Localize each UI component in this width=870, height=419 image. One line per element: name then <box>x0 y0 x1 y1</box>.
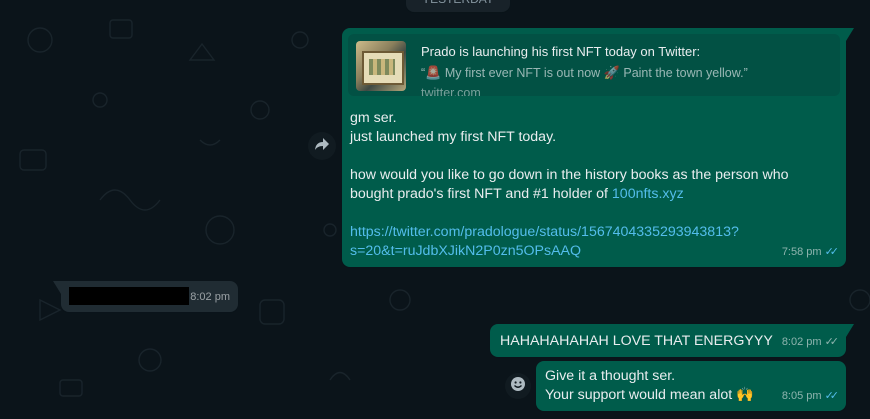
message-meta: 8:02 pm <box>190 288 230 307</box>
message-line: just launched my first NFT today. <box>350 129 557 145</box>
bubble-tail <box>846 324 854 337</box>
double-check-icon: ✓✓ <box>824 336 840 348</box>
message-meta: 8:02 pm ✓✓ <box>781 333 840 352</box>
message-text: Your support would mean alot <box>545 387 733 403</box>
message-text: bought prado's first NFT and #1 holder o… <box>350 186 612 202</box>
forward-button[interactable] <box>308 132 336 160</box>
link-preview[interactable]: Prado is launching his first NFT today o… <box>348 34 840 96</box>
message-line: bought prado's first NFT and #1 holder o… <box>350 185 790 204</box>
message-line: how would you like to go down in the his… <box>350 167 789 183</box>
rocket-emoji: 🚀 <box>603 65 620 80</box>
message-body: Give it a thought ser. Your support woul… <box>545 367 754 405</box>
siren-emoji: 🚨 <box>425 65 442 80</box>
tweet-url-link[interactable]: https://twitter.com/pradologue/status/15… <box>350 224 739 240</box>
redaction-block <box>69 287 189 305</box>
description-part2: Paint the town yellow.” <box>623 66 748 80</box>
message-meta: 8:05 pm ✓✓ <box>781 387 840 406</box>
link-preview-description: “🚨 My first ever NFT is out now 🚀 Paint … <box>421 63 748 83</box>
message-time: 8:05 pm <box>781 390 822 402</box>
bubble-tail <box>846 28 854 41</box>
forward-icon <box>314 137 330 156</box>
description-part1: My first ever NFT is out now <box>444 66 601 80</box>
double-check-icon: ✓✓ <box>824 246 840 258</box>
message-text: HAHAHAHAHAH LOVE THAT ENERGYYY <box>500 333 773 349</box>
message-meta: 7:58 pm ✓✓ <box>781 243 840 262</box>
link-preview-title: Prado is launching his first NFT today o… <box>421 44 701 59</box>
message-time: 8:02 pm <box>781 336 822 348</box>
outgoing-message-nft[interactable]: Prado is launching his first NFT today o… <box>342 28 854 267</box>
incoming-message-redacted[interactable]: 8:02 pm <box>53 281 238 312</box>
message-line: Give it a thought ser. <box>545 368 676 384</box>
raising-hands-emoji: 🙌 <box>736 387 754 403</box>
message-body: gm ser. just launched my first NFT today… <box>350 109 790 261</box>
message-time: 7:58 pm <box>781 246 822 258</box>
emoji-reaction-button[interactable] <box>505 373 531 399</box>
message-time: 8:02 pm <box>190 291 230 303</box>
message-line: gm ser. <box>350 110 397 126</box>
message-line: Your support would mean alot 🙌 <box>545 386 754 405</box>
bubble-tail <box>53 281 61 294</box>
date-chip: YESTERDAY <box>406 0 510 12</box>
link-preview-thumbnail <box>356 41 406 91</box>
website-link[interactable]: 100nfts.xyz <box>612 186 684 202</box>
outgoing-message-support[interactable]: Give it a thought ser. Your support woul… <box>536 361 846 411</box>
outgoing-message-love[interactable]: HAHAHAHAHAH LOVE THAT ENERGYYY 8:02 pm ✓… <box>490 324 854 357</box>
link-preview-host: twitter.com <box>421 86 481 96</box>
tweet-url-link-cont[interactable]: s=20&t=ruJdbXJikN2P0zn5OPsAAQ <box>350 243 581 259</box>
double-check-icon: ✓✓ <box>824 390 840 402</box>
emoji-smiley-icon <box>510 376 526 397</box>
